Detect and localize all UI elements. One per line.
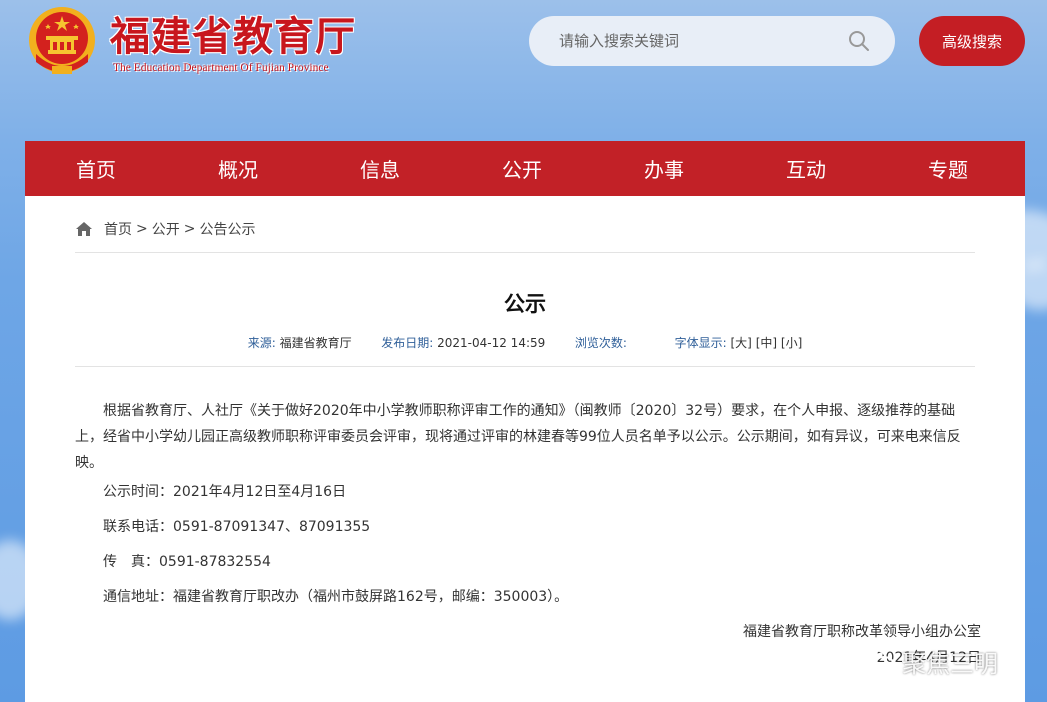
breadcrumb-separator: > — [136, 221, 148, 237]
announcement-period: 公示时间：2021年4月12日至4月16日 — [103, 484, 347, 500]
views-label: 浏览次数: — [574, 336, 627, 350]
font-size-small[interactable]: [小] — [781, 336, 802, 350]
article-paragraph: 根据省教育厅、人社厅《关于做好2020年中小学教师职称评审工作的通知》（闽教师〔… — [75, 403, 961, 471]
nav-item-overview[interactable]: 概况 — [167, 141, 309, 196]
article-body: 根据省教育厅、人社厅《关于做好2020年中小学教师职称评审工作的通知》（闽教师〔… — [75, 398, 981, 666]
watermark: 聚焦三明 — [862, 644, 998, 679]
date-value: 2021-04-12 14:59 — [437, 336, 546, 350]
breadcrumb-current[interactable]: 公告公示 — [199, 219, 255, 239]
nav-item-information[interactable]: 信息 — [309, 141, 451, 196]
article-meta: 来源: 福建省教育厅 发布日期: 2021-04-12 14:59 浏览次数: … — [25, 334, 1025, 351]
contact-fax: 传 真：0591-87832554 — [103, 554, 271, 570]
site-subtitle: The Education Department Of Fujian Provi… — [113, 62, 329, 74]
advanced-search-button[interactable]: 高级搜索 — [919, 16, 1025, 66]
search-box — [529, 16, 895, 66]
search-input[interactable] — [559, 26, 839, 56]
page-title: 公示 — [504, 292, 546, 316]
nav-item-home[interactable]: 首页 — [25, 141, 167, 196]
main-content: 首页 > 公开 > 公告公示 公示 来源: 福建省教育厅 发布日期: 2021-… — [25, 196, 1025, 702]
site-title: 福建省教育厅 — [110, 13, 356, 60]
home-icon[interactable] — [75, 221, 93, 237]
breadcrumb-home-link[interactable]: 首页 — [104, 219, 132, 239]
source-value: 福建省教育厅 — [279, 336, 352, 350]
watermark-text: 聚焦三明 — [902, 650, 998, 678]
signature: 福建省教育厅职称改革领导小组办公室 — [743, 624, 981, 640]
national-emblem-icon — [29, 7, 95, 74]
nav-item-topics[interactable]: 专题 — [877, 141, 1019, 196]
breadcrumb: 首页 > 公开 > 公告公示 — [75, 218, 255, 240]
divider — [75, 252, 975, 253]
wechat-icon — [863, 648, 895, 674]
site-header: 福建省教育厅 The Education Department Of Fujia… — [0, 0, 1047, 140]
mailing-address: 通信地址：福建省教育厅职改办（福州市鼓屏路162号，邮编：350003）。 — [103, 589, 569, 605]
search-icon[interactable] — [847, 29, 871, 53]
font-size-large[interactable]: [大] — [731, 336, 752, 350]
divider — [75, 366, 975, 367]
breadcrumb-separator: > — [183, 221, 196, 237]
nav-item-public[interactable]: 公开 — [451, 141, 593, 196]
nav-item-interaction[interactable]: 互动 — [735, 141, 877, 196]
contact-phone: 联系电话：0591-87091347、87091355 — [103, 519, 371, 535]
font-size-medium[interactable]: [中] — [756, 336, 777, 350]
nav-item-services[interactable]: 办事 — [593, 141, 735, 196]
date-label: 发布日期: — [381, 336, 434, 350]
main-nav: 首页 概况 信息 公开 办事 互动 专题 — [25, 141, 1025, 196]
font-size-label: 字体显示: — [674, 336, 727, 350]
source-label: 来源: — [247, 336, 276, 350]
breadcrumb-public-link[interactable]: 公开 — [152, 219, 180, 239]
